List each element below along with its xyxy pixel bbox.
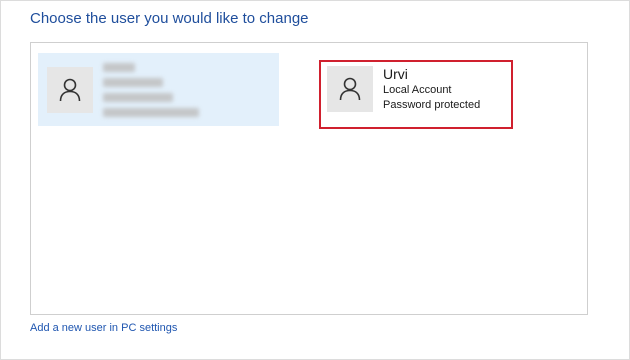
avatar (47, 67, 93, 113)
user-tile-urvi[interactable]: Urvi Local Account Password protected (322, 63, 507, 123)
redacted-status (103, 108, 199, 117)
account-type: Local Account (383, 84, 452, 96)
user-icon (59, 78, 81, 102)
user-icon (339, 77, 361, 101)
redacted-account-type (103, 78, 163, 87)
redacted-extra-line (103, 93, 173, 102)
user-name: Urvi (383, 66, 408, 82)
password-status: Password protected (383, 99, 481, 111)
avatar (327, 66, 373, 112)
user-tile-redacted[interactable] (38, 53, 279, 126)
page-title: Choose the user you would like to change (30, 10, 309, 27)
add-user-link[interactable]: Add a new user in PC settings (30, 322, 177, 334)
redacted-user-name (103, 63, 135, 72)
user-details-redacted (103, 63, 199, 123)
user-details-urvi: Urvi Local Account Password protected (383, 66, 480, 113)
